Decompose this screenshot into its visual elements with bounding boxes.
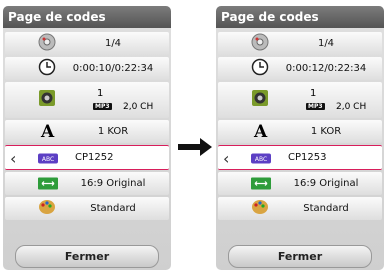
disc-icon xyxy=(251,33,269,55)
row-aspect[interactable]: 16:9 Original xyxy=(5,172,169,195)
speaker-icon xyxy=(251,89,269,111)
subtitle-letter-icon: A xyxy=(254,121,268,142)
clock-icon xyxy=(38,58,56,80)
row-aspect[interactable]: 16:9 Original xyxy=(218,172,382,195)
close-button[interactable]: Fermer xyxy=(228,245,372,268)
disc-icon xyxy=(38,33,56,55)
row-subtitle[interactable]: A 1 KOR xyxy=(5,120,169,143)
audio-channels: 2,0 CH xyxy=(123,102,154,112)
clock-icon xyxy=(251,58,269,80)
aspect-ratio-icon xyxy=(38,174,58,193)
row-title-page[interactable]: 1/4 xyxy=(5,32,169,55)
aspect-value: 16:9 Original xyxy=(80,178,146,189)
code-page-value: CP1252 xyxy=(75,152,114,163)
audio-format-badge: MP3 xyxy=(93,103,112,110)
abc-codepage-icon: ABC xyxy=(38,148,58,167)
palette-icon xyxy=(38,198,56,220)
code-page-value: CP1253 xyxy=(288,152,327,163)
audio-track-number: 1 xyxy=(97,88,104,99)
row-subtitle[interactable]: A 1 KOR xyxy=(218,120,382,143)
panel-title: Page de codes xyxy=(3,6,171,28)
next-arrow-icon xyxy=(178,138,212,156)
options-panel-before: Page de codes 1/4 0:00:10/0:22:34 1 MP3 … xyxy=(3,6,171,270)
row-time[interactable]: 0:00:10/0:22:34 xyxy=(5,57,169,80)
time-value: 0:00:10/0:22:34 xyxy=(72,63,154,74)
audio-format-badge: MP3 xyxy=(306,103,325,110)
row-code-page[interactable]: ‹ ABC CP1252 xyxy=(5,145,169,170)
picture-mode-value: Standard xyxy=(90,203,136,214)
picture-mode-value: Standard xyxy=(303,203,349,214)
audio-track-number: 1 xyxy=(310,88,317,99)
abc-icon-text: ABC xyxy=(42,156,54,163)
aspect-ratio-icon xyxy=(251,174,271,193)
subtitle-value: 1 KOR xyxy=(97,126,129,137)
row-audio[interactable]: 1 MP3 2,0 CH xyxy=(218,82,382,118)
subtitle-letter-icon: A xyxy=(41,121,55,142)
abc-icon-text: ABC xyxy=(255,156,267,163)
subtitle-value: 1 KOR xyxy=(310,126,342,137)
row-time[interactable]: 0:00:12/0:22:34 xyxy=(218,57,382,80)
time-value: 0:00:12/0:22:34 xyxy=(285,63,367,74)
row-audio[interactable]: 1 MP3 2,0 CH xyxy=(5,82,169,118)
options-list: 1/4 0:00:12/0:22:34 1 MP3 2,0 CH A 1 KOR… xyxy=(218,32,382,222)
panel-title: Page de codes xyxy=(216,6,384,28)
row-picture-mode[interactable]: Standard xyxy=(218,197,382,220)
chevron-left-icon[interactable]: ‹ xyxy=(10,149,16,168)
row-title-page[interactable]: 1/4 xyxy=(218,32,382,55)
chevron-left-icon[interactable]: ‹ xyxy=(223,149,229,168)
speaker-icon xyxy=(38,89,56,111)
title-page-value: 1/4 xyxy=(104,38,122,49)
abc-codepage-icon: ABC xyxy=(251,148,271,167)
row-picture-mode[interactable]: Standard xyxy=(5,197,169,220)
close-button[interactable]: Fermer xyxy=(15,245,159,268)
audio-channels: 2,0 CH xyxy=(336,102,367,112)
palette-icon xyxy=(251,198,269,220)
row-code-page[interactable]: ‹ ABC CP1253 xyxy=(218,145,382,170)
options-panel-after: Page de codes 1/4 0:00:12/0:22:34 1 MP3 … xyxy=(216,6,384,270)
title-page-value: 1/4 xyxy=(317,38,335,49)
aspect-value: 16:9 Original xyxy=(293,178,359,189)
options-list: 1/4 0:00:10/0:22:34 1 MP3 2,0 CH A 1 KOR… xyxy=(5,32,169,222)
